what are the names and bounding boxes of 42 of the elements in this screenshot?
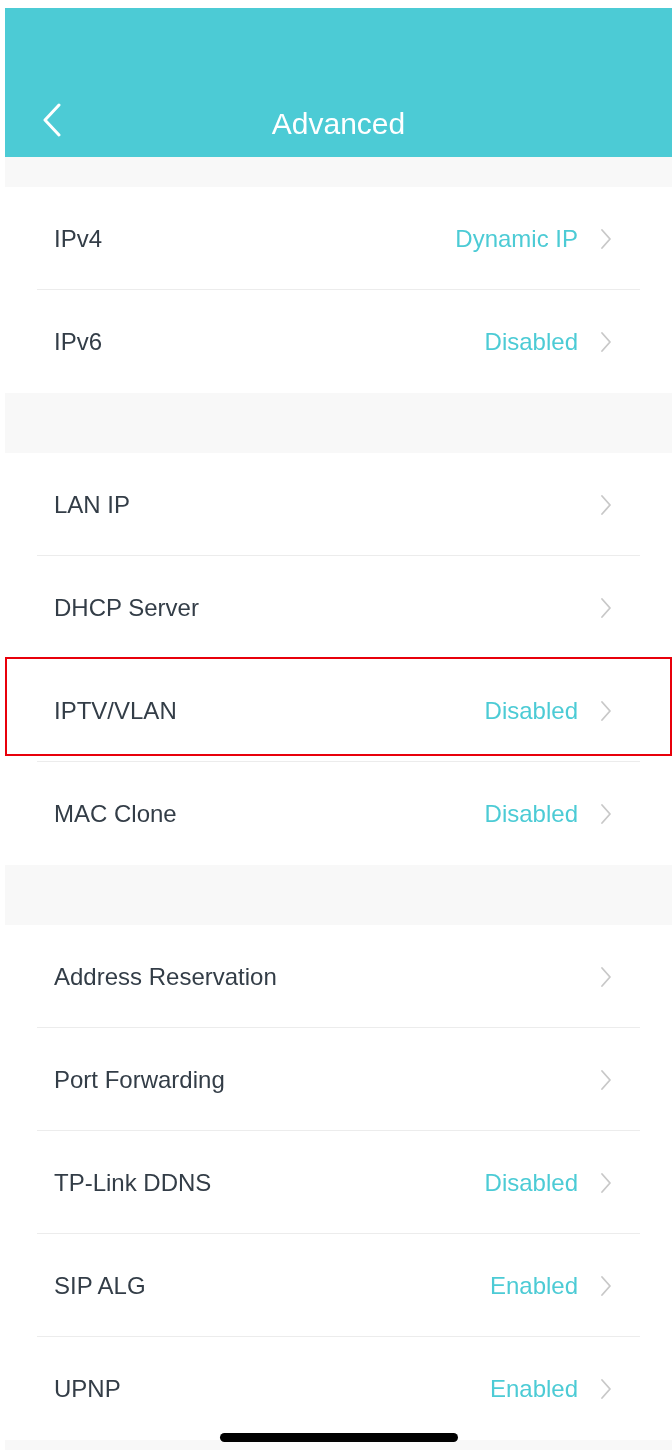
- row-label: LAN IP: [54, 489, 132, 520]
- row-label: Address Reservation: [54, 961, 278, 992]
- chevron-right-icon: [600, 1171, 612, 1194]
- row-label: SIP ALG: [54, 1270, 147, 1301]
- chevron-right-icon: [600, 1068, 612, 1091]
- settings-row[interactable]: Address Reservation: [5, 925, 672, 1028]
- chevron-right-icon: [600, 596, 612, 619]
- row-label: TP-Link DDNS: [54, 1167, 213, 1198]
- settings-row[interactable]: Port Forwarding: [5, 1028, 672, 1131]
- settings-row[interactable]: UPNP Enabled: [5, 1337, 672, 1440]
- row-label: DHCP Server: [54, 592, 200, 623]
- row-label: IPv4: [54, 223, 104, 254]
- settings-row[interactable]: TP-Link DDNS Disabled: [5, 1131, 672, 1234]
- row-value: Enabled: [489, 1270, 578, 1301]
- chevron-right-icon: [600, 227, 612, 250]
- chevron-right-icon: [600, 802, 612, 825]
- row-label: MAC Clone: [54, 798, 178, 829]
- row-value: Disabled: [484, 798, 578, 829]
- row-value: Disabled: [484, 695, 578, 726]
- settings-row[interactable]: MAC Clone Disabled: [5, 762, 672, 865]
- settings-row[interactable]: LAN IP: [5, 453, 672, 556]
- row-label: IPTV/VLAN: [54, 695, 178, 726]
- chevron-right-icon: [600, 699, 612, 722]
- row-label: UPNP: [54, 1373, 122, 1404]
- row-value: Dynamic IP: [455, 223, 578, 254]
- back-icon: [42, 103, 62, 137]
- settings-row[interactable]: DHCP Server: [5, 556, 672, 659]
- settings-row[interactable]: IPTV/VLAN Disabled: [5, 659, 672, 762]
- chevron-right-icon: [600, 1377, 612, 1400]
- chevron-right-icon: [600, 965, 612, 988]
- settings-row[interactable]: SIP ALG Enabled: [5, 1234, 672, 1337]
- chevron-right-icon: [600, 330, 612, 353]
- row-label: IPv6: [54, 326, 104, 357]
- chevron-right-icon: [600, 1274, 612, 1297]
- row-value: Enabled: [489, 1373, 578, 1404]
- row-label: Port Forwarding: [54, 1064, 226, 1095]
- row-value: Disabled: [484, 326, 578, 357]
- chevron-right-icon: [600, 493, 612, 516]
- page-title: Advanced: [271, 109, 406, 139]
- settings-row[interactable]: IPv6 Disabled: [5, 290, 672, 393]
- settings-row[interactable]: IPv4 Dynamic IP: [5, 187, 672, 290]
- row-value: Disabled: [484, 1167, 578, 1198]
